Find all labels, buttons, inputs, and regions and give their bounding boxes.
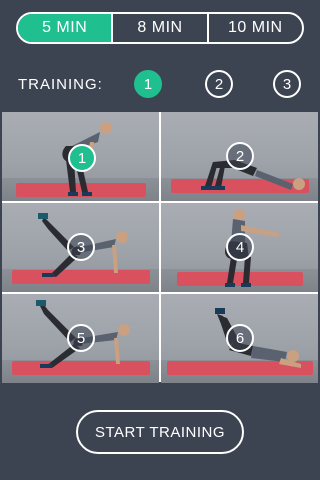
exercise-number-badge: 6 <box>226 324 254 352</box>
exercise-tile-3[interactable]: 3 <box>2 203 159 292</box>
exercise-grid: 1 2 3 4 5 6 <box>2 112 318 383</box>
training-label: TRAINING: <box>18 76 103 93</box>
exercise-tile-2[interactable]: 2 <box>161 112 318 201</box>
duration-selector: 5 MIN 8 MIN 10 MIN <box>16 12 304 44</box>
duration-8-min-button[interactable]: 8 MIN <box>113 14 209 42</box>
exercise-tile-4[interactable]: 4 <box>161 203 318 292</box>
training-selector: TRAINING: 1 2 3 <box>0 68 320 100</box>
exercise-tile-1[interactable]: 1 <box>2 112 159 201</box>
start-training-button[interactable]: START TRAINING <box>76 410 244 454</box>
exercise-number-badge: 1 <box>68 144 96 172</box>
exercise-tile-6[interactable]: 6 <box>161 294 318 383</box>
training-2-button[interactable]: 2 <box>205 70 233 98</box>
exercise-number-badge: 5 <box>67 324 95 352</box>
exercise-number-badge: 4 <box>226 233 254 261</box>
training-1-button[interactable]: 1 <box>134 70 162 98</box>
exercise-number-badge: 2 <box>226 142 254 170</box>
exercise-number-badge: 3 <box>67 233 95 261</box>
exercise-tile-5[interactable]: 5 <box>2 294 159 383</box>
training-3-button[interactable]: 3 <box>273 70 301 98</box>
duration-10-min-button[interactable]: 10 MIN <box>209 14 302 42</box>
duration-5-min-button[interactable]: 5 MIN <box>18 14 114 42</box>
